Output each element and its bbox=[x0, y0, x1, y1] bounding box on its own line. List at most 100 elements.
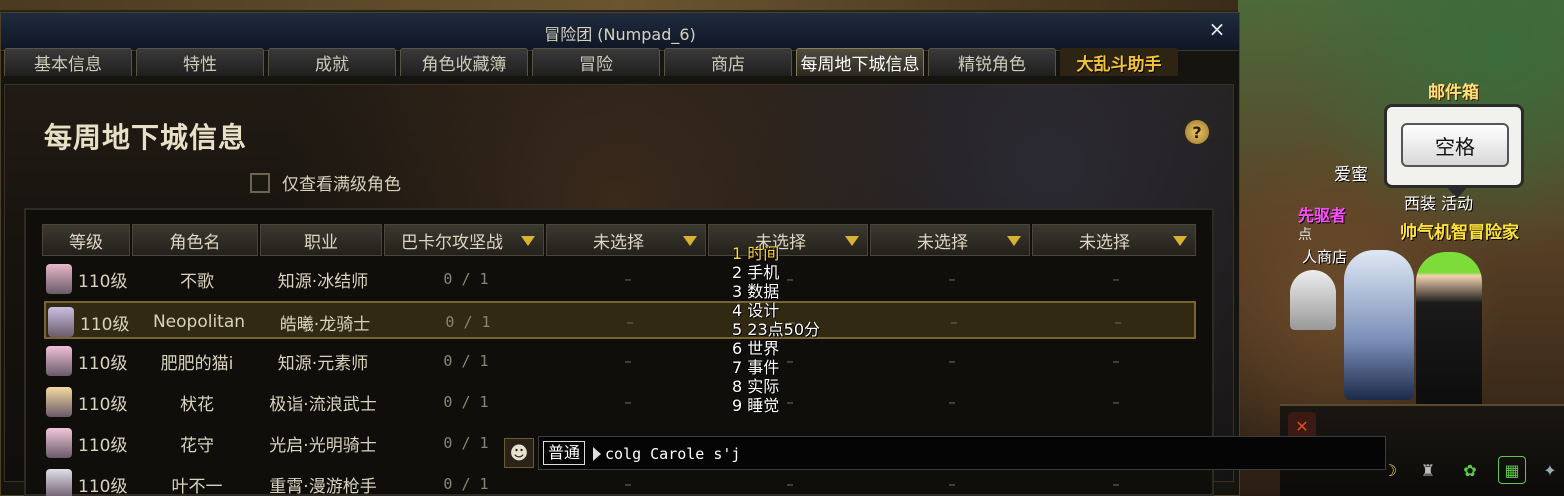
candidate-item[interactable]: 8 实际 bbox=[732, 377, 852, 396]
table-row[interactable]: 110级 不歌 知源·冰结师 0 / 1– – – – bbox=[44, 260, 1196, 298]
level-text: 110级 bbox=[78, 271, 128, 292]
candidate-item[interactable]: 2 手机 bbox=[732, 263, 852, 282]
column-dungeon-label-2: 未选择 bbox=[593, 232, 644, 253]
level-cell: 110级 bbox=[44, 424, 132, 462]
progress-cell: 0 / 1 bbox=[443, 475, 489, 493]
dropdown-arrow-icon bbox=[1007, 236, 1021, 246]
level-text: 110级 bbox=[78, 476, 128, 496]
candidate-item[interactable]: 1 时间 bbox=[732, 244, 852, 263]
level-cell: 110级 bbox=[44, 260, 132, 298]
npc-name-label: 爱蜜 bbox=[1334, 165, 1368, 185]
chat-arrow-icon bbox=[593, 447, 601, 461]
tool-icon[interactable]: ✦ bbox=[1536, 456, 1564, 484]
table-row[interactable]: 110级 枤花 极诣·流浪武士 0 / 1– – – – bbox=[44, 383, 1196, 421]
table-row[interactable]: 110级 Neopolitan 皓曦·龙骑士 0 / 1– – – – bbox=[44, 301, 1196, 339]
empty-cell: – bbox=[624, 352, 632, 370]
progress-cell: 0 / 1 bbox=[443, 393, 489, 411]
player-name-label: 帅气机智冒险家 bbox=[1400, 223, 1519, 243]
tab-elite-characters[interactable]: 精锐角色 bbox=[928, 48, 1056, 76]
scene-top-strip bbox=[0, 0, 1240, 10]
chat-input[interactable] bbox=[605, 443, 1365, 465]
job-cell: 知源·冰结师 bbox=[277, 271, 369, 292]
job-cell: 知源·元素师 bbox=[277, 353, 369, 374]
guild-tag: 先驱者 bbox=[1298, 206, 1347, 225]
level-text: 110级 bbox=[78, 394, 128, 415]
column-dungeon-selector-4[interactable]: 未选择 bbox=[870, 224, 1030, 256]
player-sprite[interactable] bbox=[1416, 252, 1482, 422]
suit-icon[interactable]: ♜ bbox=[1414, 456, 1442, 484]
candidate-item[interactable]: 3 数据 bbox=[732, 282, 852, 301]
smiley-face-icon: ☻ bbox=[509, 442, 529, 464]
tab-basic-info[interactable]: 基本信息 bbox=[4, 48, 132, 76]
candidate-item[interactable]: 6 世界 bbox=[732, 339, 852, 358]
job-cell: 皓曦·龙骑士 bbox=[279, 314, 371, 335]
max-level-filter-label: 仅查看满级角色 bbox=[282, 175, 401, 195]
tab-shop[interactable]: 商店 bbox=[664, 48, 792, 76]
character-name-cell: 叶不一 bbox=[171, 476, 223, 496]
tab-character-collection[interactable]: 角色收藏簿 bbox=[400, 48, 528, 76]
help-icon[interactable]: ? bbox=[1185, 120, 1209, 144]
column-header-job: 职业 bbox=[260, 224, 382, 256]
chat-channel-selector[interactable]: 普通 bbox=[543, 441, 586, 465]
candidate-item[interactable]: 5 23点50分 bbox=[732, 320, 852, 339]
character-avatar bbox=[46, 428, 72, 458]
pet-sprite bbox=[1290, 270, 1336, 330]
empty-cell: – bbox=[948, 352, 956, 370]
column-dungeon-selector-1[interactable]: 巴卡尔攻坚战 bbox=[384, 224, 544, 256]
progress-cell: 0 / 1 bbox=[443, 352, 489, 370]
column-dungeon-label-5: 未选择 bbox=[1079, 232, 1130, 253]
job-cell: 重霄·漫游枪手 bbox=[269, 476, 377, 496]
max-level-checkbox[interactable] bbox=[250, 172, 270, 193]
close-button[interactable]: × bbox=[1205, 17, 1229, 45]
empty-cell: – bbox=[1114, 313, 1122, 331]
tab-traits[interactable]: 特性 bbox=[136, 48, 264, 76]
character-avatar bbox=[46, 469, 72, 496]
level-text: 110级 bbox=[78, 435, 128, 456]
character-name-cell: 枤花 bbox=[180, 394, 214, 415]
title-bar[interactable]: 冒险团 (Numpad_6) × bbox=[1, 13, 1239, 51]
empty-cell: – bbox=[1112, 352, 1120, 370]
empty-cell: – bbox=[948, 393, 956, 411]
dropdown-arrow-icon bbox=[521, 236, 535, 246]
candidate-item[interactable]: 9 睡觉 bbox=[732, 396, 852, 415]
character-name-cell: 不歌 bbox=[180, 271, 214, 292]
space-key-button[interactable]: 空格 bbox=[1401, 123, 1509, 167]
dropdown-arrow-icon bbox=[683, 236, 697, 246]
empty-cell: – bbox=[626, 313, 634, 331]
progress-cell: 0 / 1 bbox=[443, 270, 489, 288]
level-cell: 110级 bbox=[44, 383, 132, 421]
empty-cell: – bbox=[624, 393, 632, 411]
tab-adventure[interactable]: 冒险 bbox=[532, 48, 660, 76]
level-text: 110级 bbox=[80, 314, 130, 335]
column-dungeon-label-1: 巴卡尔攻坚战 bbox=[401, 232, 503, 253]
candidate-item[interactable]: 7 事件 bbox=[732, 358, 852, 377]
column-dungeon-selector-2[interactable]: 未选择 bbox=[546, 224, 706, 256]
character-avatar bbox=[48, 307, 74, 337]
candidate-item[interactable]: 4 设计 bbox=[732, 301, 852, 320]
character-name-cell: Neopolitan bbox=[152, 312, 246, 332]
map-icon[interactable]: ▦ bbox=[1498, 456, 1526, 484]
column-dungeon-selector-5[interactable]: 未选择 bbox=[1032, 224, 1196, 256]
scene-point-text: 点 bbox=[1298, 227, 1312, 243]
empty-cell: – bbox=[1112, 270, 1120, 288]
shop-label: 人商店 bbox=[1302, 248, 1348, 266]
sprout-icon[interactable]: ✿ bbox=[1456, 456, 1484, 484]
candidate-list: 1 时间 2 手机 3 数据 4 设计 5 23点50分 6 世界 7 事件 8… bbox=[732, 244, 852, 415]
dropdown-arrow-icon bbox=[1173, 236, 1187, 246]
brawl-helper-button[interactable]: 大乱斗助手 bbox=[1060, 48, 1178, 76]
character-avatar bbox=[46, 346, 72, 376]
column-dungeon-label-4: 未选择 bbox=[917, 232, 968, 253]
empty-cell: – bbox=[624, 270, 632, 288]
chat-emoji-button[interactable]: ☻ bbox=[504, 438, 534, 468]
chat-bar: 普通 bbox=[538, 436, 1386, 470]
table-row[interactable]: 110级 肥肥的猫i 知源·元素师 0 / 1– – – – bbox=[44, 342, 1196, 380]
empty-cell: – bbox=[1112, 393, 1120, 411]
tab-weekly-dungeon[interactable]: 每周地下城信息 bbox=[796, 48, 924, 76]
max-level-filter[interactable]: 仅查看满级角色 bbox=[250, 170, 401, 195]
character-avatar bbox=[46, 387, 72, 417]
job-cell: 极诣·流浪武士 bbox=[269, 394, 377, 415]
job-cell: 光启·光明骑士 bbox=[269, 435, 377, 456]
character-name-cell: 花守 bbox=[180, 435, 214, 456]
tab-achievements[interactable]: 成就 bbox=[268, 48, 396, 76]
progress-cell: 0 / 1 bbox=[445, 313, 491, 331]
